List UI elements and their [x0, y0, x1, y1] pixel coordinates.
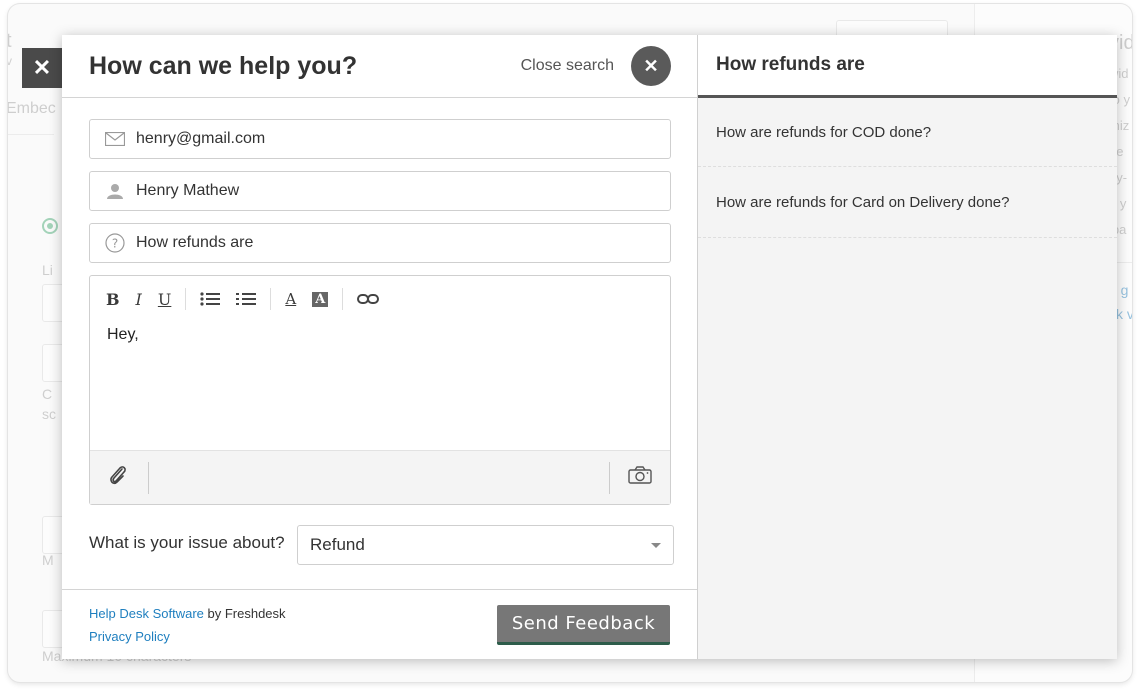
close-search-button[interactable]: ✕ [631, 46, 671, 86]
toolbar-divider [342, 288, 344, 310]
feedback-form-pane: How can we help you? Close search ✕ henr… [62, 35, 698, 659]
help-desk-software-link[interactable]: Help Desk Software [89, 606, 204, 621]
underline-button[interactable]: U [158, 290, 171, 309]
name-field[interactable]: Henry Mathew [89, 171, 671, 211]
background-color-button[interactable]: A [312, 291, 329, 307]
search-result-item[interactable]: How are refunds for Card on Delivery don… [698, 167, 1117, 238]
email-field[interactable]: henry@gmail.com [89, 119, 671, 159]
close-search-label[interactable]: Close search [521, 57, 614, 75]
bg-fragment: Li [42, 262, 53, 278]
send-feedback-button[interactable]: Send Feedback [497, 604, 670, 645]
editor-content[interactable]: Hey, [90, 322, 670, 450]
privacy-row: Privacy Policy [89, 625, 286, 648]
by-freshdesk-text: by Freshdesk [203, 605, 286, 621]
issue-label: What is your issue about? [89, 533, 285, 552]
font-color-button[interactable]: A [285, 290, 296, 308]
email-value: henry@gmail.com [136, 130, 266, 147]
toolbar-divider [185, 288, 187, 310]
bg-fragment: C [42, 386, 53, 402]
footer-links: Help Desk Software by Freshdesk Privacy … [89, 602, 286, 648]
bg-radio [42, 218, 58, 234]
search-results-list: How are refunds for COD done? How are re… [698, 98, 1117, 238]
bg-fragment: Embec [8, 100, 56, 117]
list-group [200, 292, 270, 306]
mail-icon [104, 132, 126, 146]
app-canvas: t v Embec Li C sc M Maximum 10 character… [8, 4, 1132, 682]
search-results-header: How refunds are [698, 35, 1117, 98]
feedback-form: henry@gmail.com Henry Mathew ? How refun… [62, 98, 697, 565]
bg-fragment: sc [42, 406, 56, 422]
editor-footer [90, 450, 670, 504]
issue-row: What is your issue about? Refund [89, 525, 674, 565]
powered-by: Help Desk Software by Freshdesk [89, 602, 286, 625]
chevron-down-icon [651, 542, 661, 548]
message-editor[interactable]: B I U A A Hey, [89, 275, 671, 505]
bg-fragment: M [42, 552, 54, 568]
bg-fragment: t [8, 30, 12, 52]
name-value: Henry Mathew [136, 182, 240, 199]
toolbar-divider [270, 288, 272, 310]
text-style-group: B I U [106, 290, 185, 309]
bg-fragment: v [8, 54, 12, 68]
italic-button[interactable]: I [136, 290, 142, 309]
editor-footer-left [108, 451, 149, 504]
search-results-pane: How refunds are How are refunds for COD … [698, 35, 1117, 659]
outer-close-button[interactable]: ✕ [22, 48, 62, 88]
bold-button[interactable]: B [106, 290, 120, 309]
user-icon [104, 183, 126, 199]
paperclip-icon[interactable] [108, 464, 128, 491]
close-icon: ✕ [643, 55, 659, 76]
feedback-modal: How can we help you? Close search ✕ henr… [62, 35, 1117, 659]
link-icon[interactable] [357, 293, 380, 305]
svg-text:?: ? [112, 237, 118, 251]
question-icon: ? [104, 233, 126, 253]
privacy-policy-link[interactable]: Privacy Policy [89, 629, 170, 644]
bg-divider [8, 134, 54, 135]
footer-divider [609, 461, 610, 494]
editor-toolbar: B I U A A [90, 276, 670, 322]
numbered-list-icon[interactable] [236, 292, 257, 306]
color-group: A A [285, 290, 342, 308]
camera-icon[interactable] [628, 466, 652, 489]
subject-field[interactable]: ? How refunds are [89, 223, 671, 263]
search-results-title: How refunds are [716, 54, 865, 75]
bullet-list-icon[interactable] [200, 292, 221, 306]
footer-divider [148, 461, 149, 494]
issue-select-value: Refund [310, 535, 365, 554]
issue-type-select[interactable]: Refund [297, 525, 674, 565]
close-icon: ✕ [32, 55, 52, 80]
link-group [357, 293, 393, 305]
modal-footer: Help Desk Software by Freshdesk Privacy … [62, 589, 697, 659]
search-result-item[interactable]: How are refunds for COD done? [698, 98, 1117, 167]
close-search[interactable]: Close search ✕ [521, 46, 671, 86]
editor-footer-right [609, 451, 652, 504]
modal-title: How can we help you? [89, 51, 358, 80]
modal-header: How can we help you? Close search ✕ [62, 35, 697, 98]
subject-value: How refunds are [136, 234, 254, 251]
